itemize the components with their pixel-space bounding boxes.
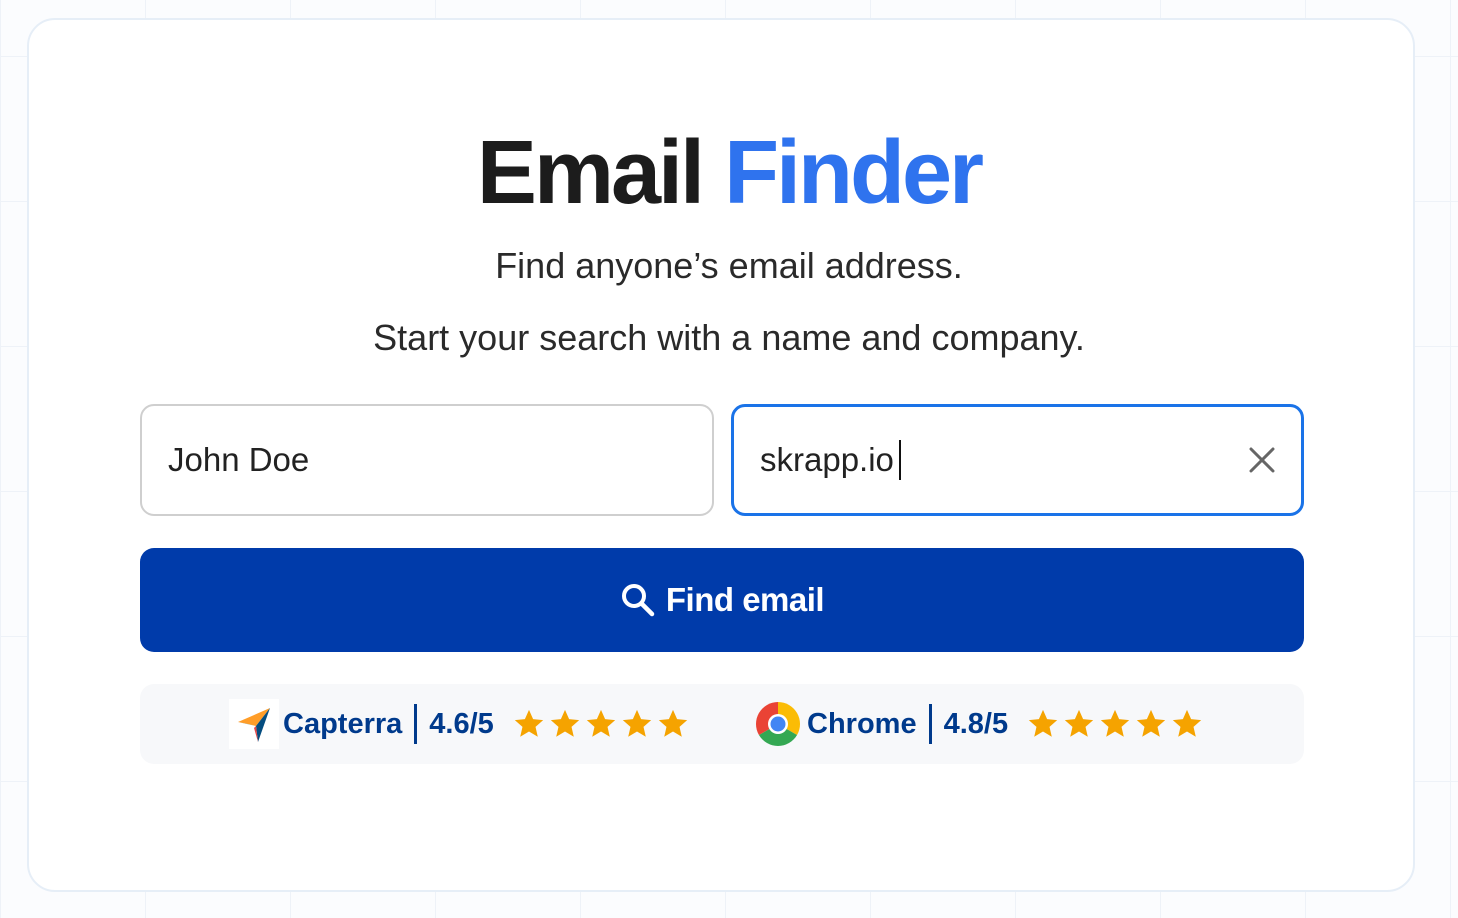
rating-score: 4.6/5 <box>429 707 494 740</box>
clear-company-button[interactable] <box>1242 440 1282 480</box>
title-main: Email <box>476 123 705 223</box>
rating-divider <box>928 704 932 744</box>
company-input[interactable] <box>734 407 1301 513</box>
rating-brand: Chrome <box>807 707 917 740</box>
text-cursor <box>899 440 901 480</box>
star-icon <box>514 709 543 737</box>
rating-divider <box>414 704 418 744</box>
title-accent: Finder <box>724 123 984 223</box>
star-icon <box>1028 709 1058 737</box>
find-email-label: Find email <box>665 581 825 618</box>
rating-capterra[interactable]: Capterra 4.6/5 <box>229 684 690 764</box>
find-email-button[interactable]: Find email <box>140 548 1304 652</box>
chrome-logo-icon <box>753 699 803 749</box>
subtitle-secondary: Start your search with a name and compan… <box>373 317 1085 358</box>
star-icon <box>586 709 615 737</box>
capterra-logo-icon <box>229 699 279 749</box>
star-icon <box>1064 709 1094 737</box>
subtitle-primary: Find anyone’s email address. <box>495 245 963 286</box>
company-field[interactable] <box>731 404 1304 516</box>
page-title: Email Finder <box>0 118 1458 228</box>
rating-chrome[interactable]: Chrome 4.8/5 <box>753 684 1204 764</box>
rating-score: 4.8/5 <box>943 707 1009 740</box>
star-icon <box>622 709 651 737</box>
close-icon <box>1249 447 1275 473</box>
name-field[interactable] <box>140 404 714 516</box>
ratings-bar: Capterra 4.6/5 Chrome 4.8/5 <box>140 684 1304 764</box>
star-icon <box>1172 709 1202 737</box>
star-icon <box>550 709 579 737</box>
star-icon <box>1100 709 1130 737</box>
name-input[interactable] <box>142 406 712 514</box>
rating-brand: Capterra <box>283 707 403 740</box>
star-icon <box>658 709 687 737</box>
search-icon <box>621 584 655 617</box>
star-icon <box>1136 709 1166 737</box>
rating-stars <box>1026 707 1204 741</box>
rating-stars <box>512 707 690 741</box>
